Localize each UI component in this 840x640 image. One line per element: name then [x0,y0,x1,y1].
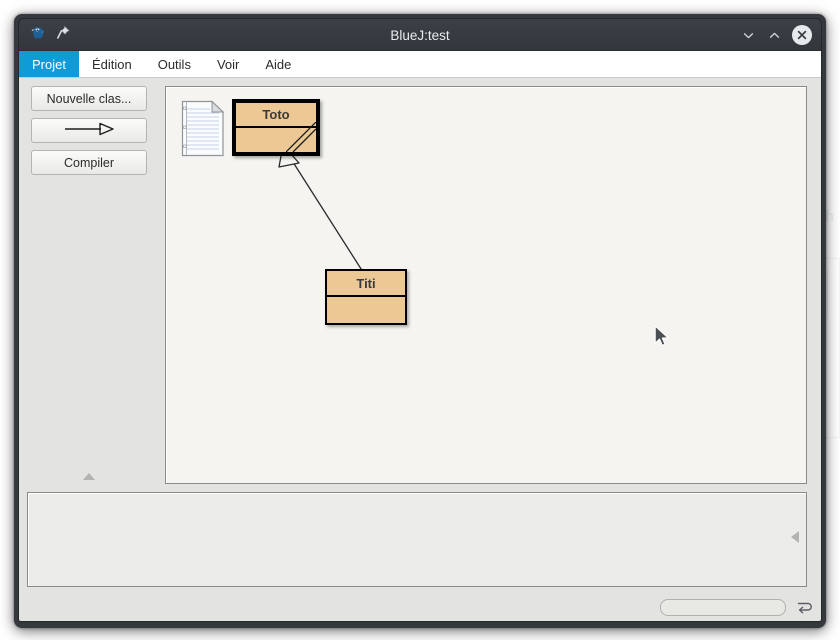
close-circle-icon[interactable] [792,25,812,45]
screen: BlueJ: uloha7 [cz.muni.fi.pb162.sch Proj… [0,0,840,640]
triangle-up-icon [82,468,96,486]
bluej-bird-icon [29,24,47,47]
class-box-titi-name: Titi [327,271,405,297]
class-diagram-canvas[interactable]: Toto Titi [165,86,807,484]
chevron-up-icon[interactable] [766,27,783,44]
triangle-left-icon [790,529,800,550]
chevron-down-icon[interactable] [740,27,757,44]
readme-icon[interactable] [181,100,225,157]
sidebar: Nouvelle clas... Compiler [27,86,151,484]
menu-item-edition[interactable]: Édition [79,51,145,77]
app-body: Nouvelle clas... Compiler [19,78,821,622]
menu-item-aide[interactable]: Aide [252,51,304,77]
object-bench-collapse-handle[interactable] [788,531,802,549]
class-box-toto-body [236,128,316,153]
status-row [27,595,813,619]
menu-item-outils[interactable]: Outils [145,51,204,77]
class-box-titi-body [327,297,405,323]
menu-item-voir[interactable]: Voir [204,51,252,77]
uses-arrow-button[interactable] [31,118,147,143]
titlebar-left-icons [29,19,71,51]
pin-icon[interactable] [56,25,71,45]
compile-button[interactable]: Compiler [31,150,147,175]
class-box-toto[interactable]: Toto [232,99,320,156]
sidebar-collapse-handle[interactable] [79,470,99,484]
progress-bar [660,599,786,616]
object-bench[interactable] [27,492,807,587]
new-class-button[interactable]: Nouvelle clas... [31,86,147,111]
titlebar[interactable]: BlueJ:test [19,19,821,51]
menu-item-projet[interactable]: Projet [19,51,79,77]
arrow-right-icon [61,121,117,140]
window-controls [740,19,812,51]
class-box-toto-name: Toto [236,103,316,128]
bluej-window: BlueJ:test [18,18,822,622]
class-box-titi[interactable]: Titi [325,269,407,325]
window-title: BlueJ:test [19,19,821,51]
menubar: Projet Édition Outils Voir Aide [19,51,821,78]
recycle-arrow-icon[interactable] [795,598,813,616]
